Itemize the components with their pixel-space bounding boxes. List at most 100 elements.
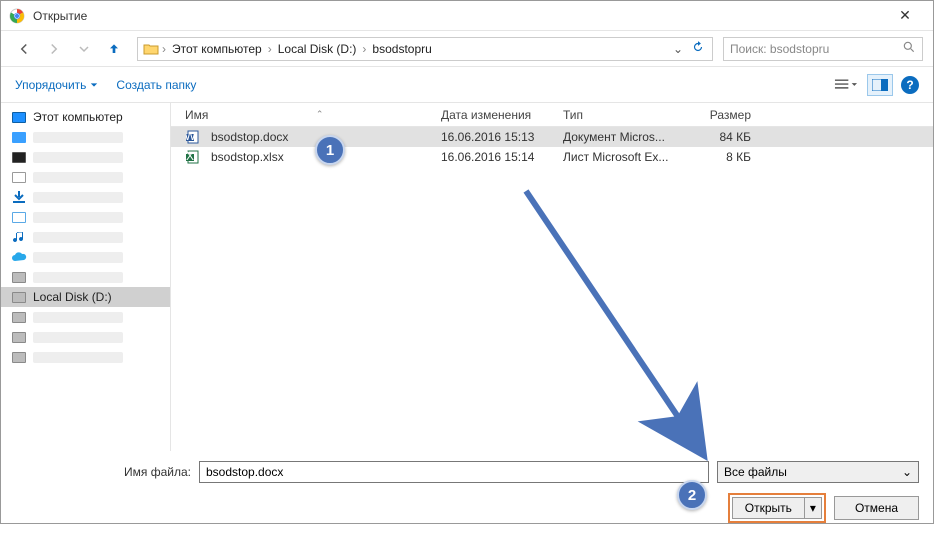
new-folder-button[interactable]: Создать папку <box>116 78 196 92</box>
file-name: bsodstop.xlsx <box>211 150 284 164</box>
pictures-icon <box>11 210 27 224</box>
toolbar: Упорядочить Создать папку ? <box>1 67 933 103</box>
sidebar-item[interactable] <box>1 267 170 287</box>
col-name-header[interactable]: Имя ⌃ <box>177 108 433 122</box>
folder-icon <box>142 42 160 56</box>
blurred-label <box>33 252 123 263</box>
organize-menu[interactable]: Упорядочить <box>15 78 98 92</box>
cancel-button[interactable]: Отмена <box>834 496 919 520</box>
crumb-this-pc[interactable]: Этот компьютер <box>168 42 266 56</box>
disk-icon <box>11 310 27 324</box>
up-button[interactable] <box>101 36 127 62</box>
sidebar: Этот компьютер Local Disk (D:) <box>1 103 171 451</box>
view-options-icon[interactable] <box>833 74 859 96</box>
col-label: Имя <box>185 108 208 122</box>
onedrive-icon <box>11 250 27 264</box>
search-icon <box>902 40 916 57</box>
sidebar-item[interactable] <box>1 327 170 347</box>
svg-text:W: W <box>186 130 196 143</box>
nav-row: › Этот компьютер › Local Disk (D:) › bso… <box>1 31 933 67</box>
back-button[interactable] <box>11 36 37 62</box>
video-icon <box>11 150 27 164</box>
chevron-right-icon: › <box>160 42 168 56</box>
sidebar-item[interactable] <box>1 207 170 227</box>
file-name: bsodstop.docx <box>211 130 288 144</box>
file-list: Имя ⌃ Дата изменения Тип Размер W bsodsto… <box>171 103 933 451</box>
chrome-icon <box>9 8 25 24</box>
close-button[interactable]: ✕ <box>885 7 925 24</box>
chevron-right-icon: › <box>360 42 368 56</box>
chevron-right-icon: › <box>266 42 274 56</box>
sidebar-item[interactable] <box>1 227 170 247</box>
word-file-icon: W <box>185 129 201 145</box>
sidebar-item[interactable] <box>1 127 170 147</box>
sidebar-item[interactable] <box>1 347 170 367</box>
blurred-label <box>33 272 123 283</box>
open-button-wrap: Открыть ▾ <box>728 493 826 523</box>
organize-label: Упорядочить <box>15 78 86 92</box>
footer: Имя файла: Все файлы ⌄ Открыть ▾ Отмена <box>1 451 933 535</box>
crumb-disk[interactable]: Local Disk (D:) <box>274 42 361 56</box>
blurred-label <box>33 192 123 203</box>
col-type-header[interactable]: Тип <box>555 108 681 122</box>
music-icon <box>11 230 27 244</box>
disk-icon <box>11 350 27 364</box>
file-type: Лист Microsoft Ex... <box>555 150 681 164</box>
callout-1: 1 <box>315 135 345 165</box>
column-headers: Имя ⌃ Дата изменения Тип Размер <box>171 103 933 127</box>
sidebar-label: Этот компьютер <box>33 110 123 124</box>
file-date: 16.06.2016 15:14 <box>433 150 555 164</box>
open-dropdown[interactable]: ▾ <box>804 497 822 519</box>
titlebar: Открытие ✕ <box>1 1 933 31</box>
download-icon <box>11 190 27 204</box>
address-bar[interactable]: › Этот компьютер › Local Disk (D:) › bso… <box>137 37 713 61</box>
help-icon[interactable]: ? <box>901 76 919 94</box>
col-date-header[interactable]: Дата изменения <box>433 108 555 122</box>
file-type: Документ Micros... <box>555 130 681 144</box>
blurred-label <box>33 312 123 323</box>
sidebar-item[interactable] <box>1 147 170 167</box>
disk-icon <box>11 290 27 304</box>
disk-icon <box>11 270 27 284</box>
desktop-icon <box>11 130 27 144</box>
preview-pane-icon[interactable] <box>867 74 893 96</box>
blurred-label <box>33 232 123 243</box>
refresh-icon[interactable] <box>688 40 708 57</box>
blurred-label <box>33 132 123 143</box>
crumb-folder[interactable]: bsodstopru <box>368 42 435 56</box>
file-size: 84 КБ <box>681 130 759 144</box>
blurred-label <box>33 152 123 163</box>
blurred-label <box>33 352 123 363</box>
filetype-filter[interactable]: Все файлы ⌄ <box>717 461 919 483</box>
sidebar-item[interactable] <box>1 247 170 267</box>
chevron-down-icon: ⌄ <box>902 465 912 479</box>
blurred-label <box>33 212 123 223</box>
excel-file-icon: X <box>185 149 201 165</box>
sidebar-item[interactable] <box>1 167 170 187</box>
file-row[interactable]: W bsodstop.docx 16.06.2016 15:13 Докумен… <box>171 127 933 147</box>
sort-asc-icon: ⌃ <box>316 109 324 120</box>
blurred-label <box>33 172 123 183</box>
open-button[interactable]: Открыть <box>732 497 804 519</box>
sidebar-item[interactable] <box>1 307 170 327</box>
history-dropdown-icon[interactable]: ⌄ <box>668 42 688 56</box>
col-size-header[interactable]: Размер <box>681 108 759 122</box>
content-area: Этот компьютер Local Disk (D:) Имя ⌃ Дата… <box>1 103 933 451</box>
sidebar-label: Local Disk (D:) <box>33 290 112 304</box>
filename-label: Имя файла: <box>15 465 191 479</box>
file-size: 8 КБ <box>681 150 759 164</box>
document-icon <box>11 170 27 184</box>
search-input[interactable]: Поиск: bsodstopru <box>723 37 923 61</box>
forward-button[interactable] <box>41 36 67 62</box>
file-row[interactable]: X bsodstop.xlsx 16.06.2016 15:14 Лист Mi… <box>171 147 933 167</box>
search-placeholder: Поиск: bsodstopru <box>730 42 902 56</box>
monitor-icon <box>11 110 27 124</box>
sidebar-item[interactable] <box>1 187 170 207</box>
file-date: 16.06.2016 15:13 <box>433 130 555 144</box>
sidebar-this-pc[interactable]: Этот компьютер <box>1 107 170 127</box>
sidebar-local-disk[interactable]: Local Disk (D:) <box>1 287 170 307</box>
filename-input[interactable] <box>199 461 709 483</box>
recent-dropdown[interactable] <box>71 36 97 62</box>
window-title: Открытие <box>33 9 885 23</box>
blurred-label <box>33 332 123 343</box>
